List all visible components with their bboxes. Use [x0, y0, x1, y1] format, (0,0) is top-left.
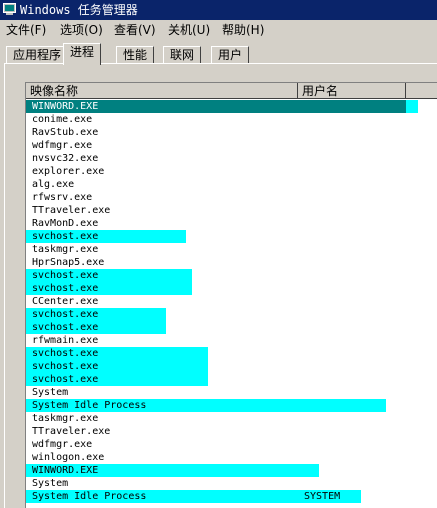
table-row[interactable]: svchost.exe: [26, 321, 437, 334]
table-row[interactable]: taskmgr.exe: [26, 243, 437, 256]
menu-view[interactable]: 查看(V): [114, 22, 156, 38]
process-name: TTraveler.exe: [32, 426, 111, 437]
process-name: TTraveler.exe: [32, 205, 111, 216]
process-name: svchost.exe: [32, 309, 99, 320]
table-row[interactable]: WINWORD.EXE: [26, 464, 437, 477]
process-name: RavMonD.exe: [32, 218, 99, 229]
process-name: svchost.exe: [32, 374, 99, 385]
table-row[interactable]: TTraveler.exe: [26, 204, 437, 217]
table-row[interactable]: System Idle Process: [26, 399, 437, 412]
title-bar[interactable]: Windows 任务管理器: [0, 0, 437, 20]
process-name: rfwsrv.exe: [32, 192, 93, 203]
table-row[interactable]: RavMonD.exe: [26, 217, 437, 230]
tab-processes[interactable]: 进程: [63, 43, 102, 65]
process-name: System: [32, 478, 69, 489]
table-row[interactable]: System Idle Process SYSTEM: [26, 490, 437, 503]
table-row[interactable]: svchost.exe: [26, 230, 437, 243]
table-row[interactable]: System: [26, 386, 437, 399]
table-row[interactable]: RavStub.exe: [26, 126, 437, 139]
process-name: taskmgr.exe: [32, 413, 99, 424]
table-row[interactable]: svchost.exe: [26, 360, 437, 373]
process-name: svchost.exe: [32, 270, 99, 281]
column-header-filler: [406, 83, 437, 99]
table-row[interactable]: svchost.exe: [26, 347, 437, 360]
window-title: Windows 任务管理器: [20, 3, 138, 17]
process-name: taskmgr.exe: [32, 244, 99, 255]
process-name: WINWORD.EXE: [32, 465, 99, 476]
table-row[interactable]: winlogon.exe: [26, 451, 437, 464]
process-name: RavStub.exe: [32, 127, 99, 138]
table-row[interactable]: svchost.exe: [26, 269, 437, 282]
process-name: svchost.exe: [32, 348, 99, 359]
menu-file[interactable]: 文件(F): [6, 22, 46, 38]
process-name: WINWORD.EXE: [32, 101, 99, 112]
row-highlight: [406, 100, 418, 113]
menu-options[interactable]: 选项(O): [60, 22, 103, 38]
process-name: HprSnap5.exe: [32, 257, 105, 268]
menu-shutdown[interactable]: 关机(U): [168, 22, 210, 38]
process-name: explorer.exe: [32, 166, 105, 177]
process-name: nvsvc32.exe: [32, 153, 99, 164]
column-header-image-name[interactable]: 映像名称: [26, 83, 298, 99]
table-row[interactable]: CCenter.exe: [26, 295, 437, 308]
table-row[interactable]: svchost.exe: [26, 282, 437, 295]
process-name: CCenter.exe: [32, 296, 99, 307]
process-name: rfwmain.exe: [32, 335, 99, 346]
process-name: svchost.exe: [32, 361, 99, 372]
process-name: winlogon.exe: [32, 452, 105, 463]
process-name: svchost.exe: [32, 322, 99, 333]
table-row[interactable]: nvsvc32.exe: [26, 152, 437, 165]
task-manager-icon: [3, 3, 16, 15]
table-row[interactable]: System: [26, 477, 437, 490]
process-name: wdfmgr.exe: [32, 140, 93, 151]
table-row[interactable]: svchost.exe: [26, 308, 437, 321]
process-name: System Idle Process: [32, 400, 147, 411]
table-row[interactable]: rfwsrv.exe: [26, 191, 437, 204]
process-name: System: [32, 387, 69, 398]
task-manager-window: Windows 任务管理器 文件(F) 选项(O) 查看(V) 关机(U) 帮助…: [0, 0, 437, 508]
process-name: svchost.exe: [32, 231, 99, 242]
table-row[interactable]: taskmgr.exe: [26, 412, 437, 425]
table-row[interactable]: HprSnap5.exe: [26, 256, 437, 269]
table-row[interactable]: wdfmgr.exe: [26, 438, 437, 451]
table-row[interactable]: conime.exe: [26, 113, 437, 126]
table-row[interactable]: TTraveler.exe: [26, 425, 437, 438]
process-name: conime.exe: [32, 114, 93, 125]
table-row[interactable]: svchost.exe: [26, 373, 437, 386]
table-row[interactable]: rfwmain.exe: [26, 334, 437, 347]
process-list[interactable]: 映像名称 用户名 WINWORD.EXE conime.exe RavStub.ex…: [25, 82, 437, 508]
table-row[interactable]: explorer.exe: [26, 165, 437, 178]
menu-help[interactable]: 帮助(H): [222, 22, 264, 38]
process-name: alg.exe: [32, 179, 75, 190]
process-name: wdfmgr.exe: [32, 439, 93, 450]
table-row[interactable]: wdfmgr.exe: [26, 139, 437, 152]
tab-strip: 应用程序 进程 性能 联网 用户: [0, 42, 437, 65]
table-row[interactable]: WINWORD.EXE: [26, 100, 437, 113]
process-name: svchost.exe: [32, 283, 99, 294]
process-user: SYSTEM: [304, 491, 341, 502]
column-header-user-name[interactable]: 用户名: [298, 83, 406, 99]
process-name: System Idle Process: [32, 491, 147, 502]
menu-bar: 文件(F) 选项(O) 查看(V) 关机(U) 帮助(H): [0, 20, 437, 40]
table-row[interactable]: alg.exe: [26, 178, 437, 191]
